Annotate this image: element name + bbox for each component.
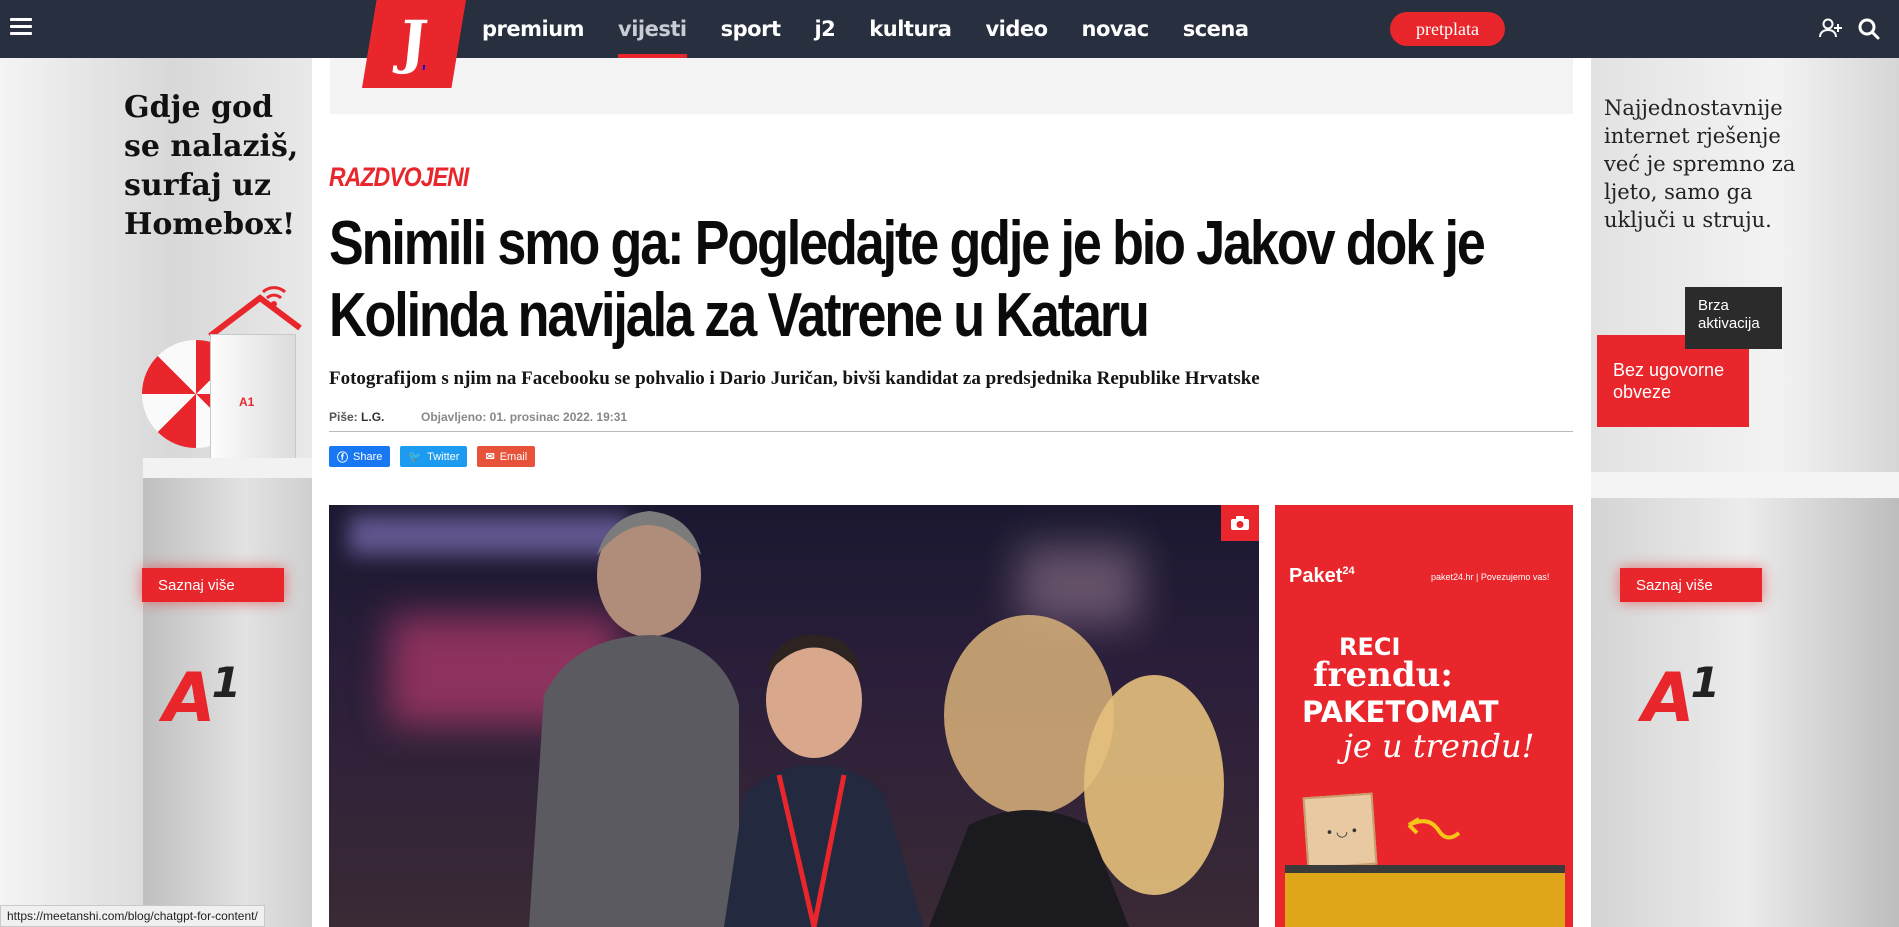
curved-arrow-icon	[1407, 817, 1461, 840]
left-ad-learn-more-button[interactable]: Saznaj više	[142, 568, 284, 602]
twitter-icon: 🐦	[408, 451, 423, 463]
paket-ad-line-2: frendu:	[1313, 655, 1453, 695]
right-ad-learn-more-button[interactable]: Saznaj više	[1620, 568, 1762, 602]
right-skin-ad[interactable]: Najjednostavnije internet rješenje već j…	[1591, 58, 1899, 927]
homebox-router: A1	[210, 334, 296, 474]
a1-number: 1	[211, 658, 241, 707]
left-ad-text: Gdje god se nalaziš, surfaj uz Homebox!	[124, 90, 299, 242]
paket24-brand: Paket	[1289, 565, 1343, 587]
a1-logo: A1	[163, 658, 241, 738]
paket24-tagline: paket24.hr | Povezujemo vas!	[1431, 572, 1550, 582]
article-main-photo[interactable]	[329, 505, 1259, 927]
a1-number: 1	[1690, 658, 1720, 707]
publish-date: Objavljeno: 01. prosinac 2022. 19:31	[421, 410, 628, 424]
facebook-share-button[interactable]: ⓕ Share	[329, 446, 391, 467]
nav-item-sport[interactable]: sport	[721, 0, 781, 58]
logo-letter: J	[396, 8, 432, 76]
email-share-label: Email	[499, 450, 528, 463]
site-logo[interactable]: J	[362, 0, 466, 88]
nav-item-vijesti[interactable]: vijesti	[618, 0, 687, 58]
article-subheadline: Fotografijom s njim na Facebooku se pohv…	[329, 368, 1260, 389]
email-icon: ✉	[485, 451, 495, 463]
pedestal	[1591, 498, 1899, 927]
paket24-ad[interactable]: Paket24 paket24.hr | Povezujemo vas! REC…	[1275, 505, 1573, 927]
add-user-icon[interactable]	[1818, 16, 1844, 42]
paket24-logo: Paket24	[1289, 565, 1355, 588]
share-buttons: ⓕ Share 🐦 Twitter ✉ Email	[329, 446, 545, 467]
photo-person-left	[529, 511, 739, 927]
article-headline: Snimili smo ga: Pogledajte gdje je bio J…	[329, 209, 1486, 350]
email-share-button[interactable]: ✉ Email	[477, 446, 536, 467]
top-ad-placeholder	[330, 58, 1573, 114]
nav-item-kultura[interactable]: kultura	[869, 0, 952, 58]
a1-letter: A	[1642, 659, 1695, 738]
nav-item-novac[interactable]: novac	[1082, 0, 1150, 58]
gallery-badge[interactable]	[1221, 505, 1259, 541]
nav-item-premium[interactable]: premium	[482, 0, 585, 58]
right-ad-text: Najjednostavnije internet rješenje već j…	[1604, 96, 1796, 232]
a1-letter: A	[163, 659, 216, 738]
article-kicker: RAZDVOJENI	[329, 162, 469, 192]
photo-person-right	[929, 615, 1224, 927]
nav-item-j2[interactable]: j2	[814, 0, 835, 58]
author-name[interactable]: L.G.	[361, 410, 384, 424]
paket-ad-line-4: je u trendu!	[1343, 727, 1535, 765]
paket-ad-line-3: PAKETOMAT	[1302, 695, 1499, 729]
main-nav: premium vijesti sport j2 kultura video n…	[482, 0, 1283, 58]
article-container: RAZDVOJENI Snimili smo ga: Pogledajte gd…	[312, 58, 1591, 927]
subscribe-button[interactable]: pretplata	[1390, 12, 1505, 46]
nav-item-video[interactable]: video	[985, 0, 1048, 58]
top-navigation-bar: premium vijesti sport j2 kultura video n…	[0, 0, 1899, 58]
photo-person-center	[724, 635, 924, 927]
paket24-brand-number: 24	[1342, 565, 1355, 577]
box-character: • ◡ •	[1302, 792, 1378, 870]
search-icon[interactable]	[1856, 16, 1882, 42]
twitter-share-label: Twitter	[427, 450, 460, 463]
author-label: Piše:	[329, 410, 358, 424]
hamburger-menu-icon[interactable]	[10, 18, 32, 36]
fast-activation-badge: Brza aktivacija	[1685, 287, 1782, 349]
browser-status-bar: https://meetanshi.com/blog/chatgpt-for-c…	[0, 905, 265, 927]
facebook-share-label: Share	[353, 450, 383, 463]
router-logo: A1	[239, 395, 255, 409]
left-skin-ad[interactable]: Gdje god se nalaziš, surfaj uz Homebox! …	[0, 58, 312, 927]
facebook-icon: ⓕ	[337, 451, 348, 464]
a1-logo: A1	[1642, 658, 1720, 738]
paketomat-machine	[1285, 865, 1565, 927]
camera-icon	[1231, 516, 1249, 530]
nav-item-scena[interactable]: scena	[1183, 0, 1249, 58]
article-byline: Piše: L.G. Objavljeno: 01. prosinac 2022…	[329, 410, 1573, 432]
twitter-share-button[interactable]: 🐦 Twitter	[400, 446, 468, 467]
